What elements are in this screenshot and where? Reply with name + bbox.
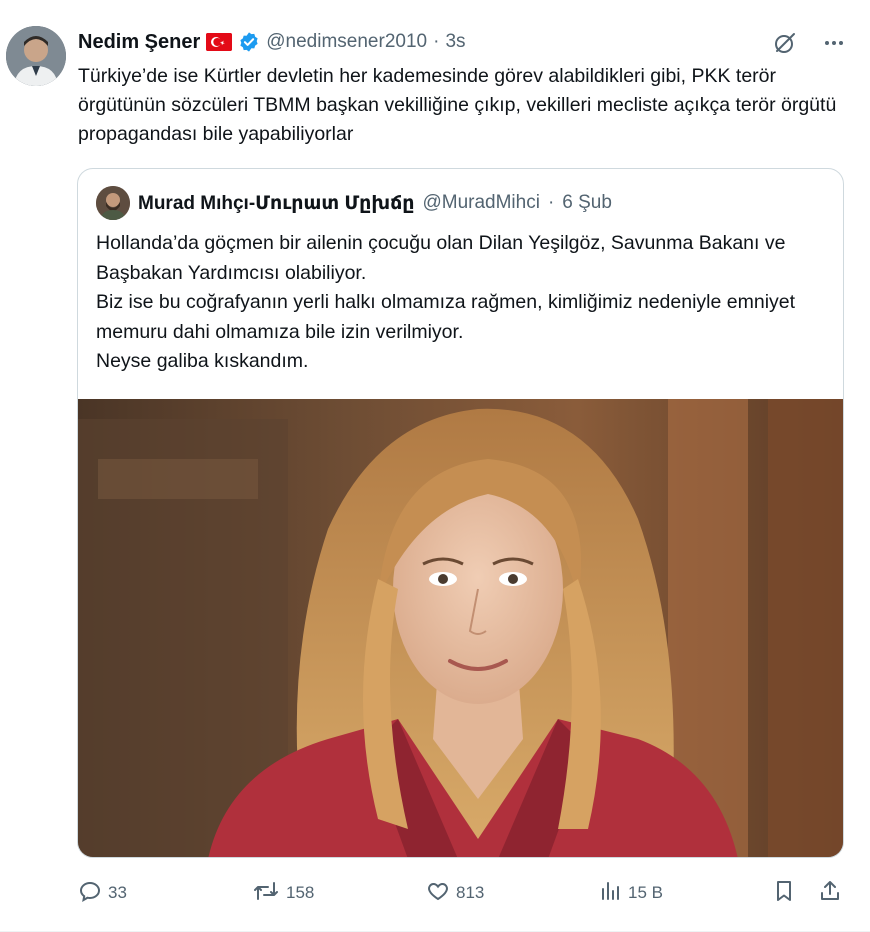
- tweet-top-actions: [772, 30, 846, 56]
- retweet-count: 158: [286, 883, 315, 902]
- views-button[interactable]: 15 B: [598, 875, 663, 911]
- bookmark-icon: [772, 879, 796, 908]
- reply-count: 33: [108, 883, 127, 902]
- quoted-text-line: Biz ise bu coğrafyanın yerli halkı olmam…: [96, 291, 796, 343]
- quoted-author-handle: @MuradMihci: [422, 192, 540, 213]
- reply-icon: [78, 879, 102, 908]
- bookmark-button[interactable]: [772, 875, 796, 911]
- share-icon: [818, 879, 842, 908]
- quoted-tweet-photo[interactable]: [78, 399, 843, 857]
- heart-icon: [426, 879, 450, 908]
- quoted-author-avatar: [96, 186, 130, 220]
- views-icon: [598, 879, 622, 908]
- quoted-author-name: Murad Mıhçı-Մուրատ Մըխճը: [138, 192, 415, 214]
- share-button[interactable]: [818, 875, 842, 911]
- tweet-header: Nedim Şener @nedimsener2010 · 3s: [78, 28, 466, 56]
- quoted-tweet-text: Hollanda’da göçmen bir ailenin çocuğu ol…: [96, 229, 826, 377]
- retweet-icon: [252, 879, 280, 908]
- tweet[interactable]: Nedim Şener @nedimsener2010 · 3s Türkiye…: [0, 0, 870, 932]
- like-count: 813: [456, 883, 485, 902]
- quoted-text-line: Neyse galiba kıskandım.: [96, 350, 309, 372]
- tweet-text: Türkiye’de ise Kürtler devletin her kade…: [78, 65, 837, 145]
- author-handle[interactable]: @nedimsener2010: [266, 31, 427, 53]
- quoted-tweet[interactable]: Murad Mıhçı-Մուրատ Մըխճը @MuradMihci · 6…: [77, 168, 844, 858]
- turkey-flag-icon: [206, 33, 233, 51]
- views-count: 15 B: [628, 883, 663, 902]
- tweet-time[interactable]: 3s: [445, 31, 465, 53]
- author-avatar[interactable]: [6, 26, 66, 86]
- quoted-separator-dot: ·: [547, 192, 555, 213]
- more-icon[interactable]: [822, 31, 846, 55]
- verified-badge-icon: [238, 31, 260, 53]
- author-name[interactable]: Nedim Şener: [78, 31, 200, 54]
- like-button[interactable]: 813: [426, 875, 484, 911]
- separator-dot: ·: [433, 31, 440, 52]
- reply-button[interactable]: 33: [78, 875, 127, 911]
- retweet-button[interactable]: 158: [252, 875, 314, 911]
- quoted-tweet-header: Murad Mıhçı-Մուրատ Մըխճը @MuradMihci · 6…: [96, 186, 612, 220]
- tweet-actions: 33 158 813 15 B: [78, 875, 848, 911]
- quoted-tweet-time: 6 Şub: [562, 192, 612, 213]
- quoted-text-line: Hollanda’da göçmen bir ailenin çocuğu ol…: [96, 232, 786, 284]
- grok-icon[interactable]: [772, 30, 798, 56]
